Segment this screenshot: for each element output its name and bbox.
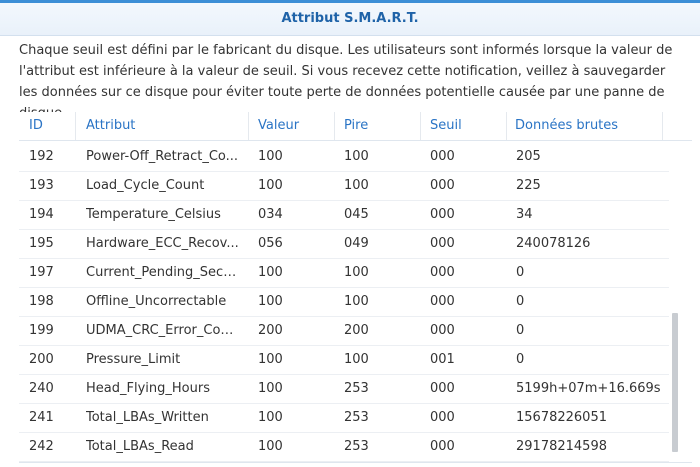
row-value: 034 xyxy=(258,207,283,222)
table-bottom-border xyxy=(19,462,692,463)
row-id: 194 xyxy=(29,207,54,222)
scrollbar-thumb[interactable] xyxy=(672,313,678,452)
column-header-worst[interactable]: Pire xyxy=(344,112,368,140)
row-raw-data: 240078126 xyxy=(516,236,591,251)
row-threshold: 000 xyxy=(430,439,455,454)
table-header: ID Attribut Valeur Pire Seuil Données br… xyxy=(19,112,692,141)
row-threshold: 000 xyxy=(430,265,455,280)
row-attribute: Head_Flying_Hours xyxy=(86,381,210,396)
table-row[interactable]: 198 Offline_Uncorrectable 100 100 000 0 xyxy=(19,288,669,317)
row-attribute: Hardware_ECC_Recov... xyxy=(86,236,239,251)
row-attribute: Load_Cycle_Count xyxy=(86,178,205,193)
row-threshold: 000 xyxy=(430,323,455,338)
row-value: 100 xyxy=(258,294,283,309)
row-attribute: Offline_Uncorrectable xyxy=(86,294,227,309)
row-id: 241 xyxy=(29,410,54,425)
column-header-id[interactable]: ID xyxy=(29,112,43,140)
row-value: 100 xyxy=(258,265,283,280)
row-threshold: 000 xyxy=(430,410,455,425)
table-row[interactable]: 194 Temperature_Celsius 034 045 000 34 xyxy=(19,201,669,230)
row-raw-data: 0 xyxy=(516,323,525,338)
row-attribute: Current_Pending_Sect... xyxy=(86,265,239,280)
column-header-raw-data[interactable]: Données brutes xyxy=(515,112,618,140)
column-divider[interactable] xyxy=(506,112,507,140)
row-worst: 253 xyxy=(344,410,369,425)
row-value: 100 xyxy=(258,439,283,454)
column-divider[interactable] xyxy=(75,112,76,140)
row-raw-data: 0 xyxy=(516,294,525,309)
row-worst: 100 xyxy=(344,352,369,367)
row-raw-data: 29178214598 xyxy=(516,439,607,454)
row-id: 192 xyxy=(29,149,54,164)
row-value: 100 xyxy=(258,381,283,396)
row-attribute: UDMA_CRC_Error_Cou... xyxy=(86,323,239,338)
table-row[interactable]: 241 Total_LBAs_Written 100 253 000 1567822605… xyxy=(19,404,669,433)
row-raw-data: 205 xyxy=(516,149,541,164)
row-attribute: Total_LBAs_Read xyxy=(86,439,194,454)
row-id: 200 xyxy=(29,352,54,367)
row-value: 056 xyxy=(258,236,283,251)
row-raw-data: 225 xyxy=(516,178,541,193)
row-raw-data: 0 xyxy=(516,265,525,280)
row-threshold: 000 xyxy=(430,294,455,309)
row-worst: 200 xyxy=(344,323,369,338)
row-value: 100 xyxy=(258,352,283,367)
row-threshold: 000 xyxy=(430,236,455,251)
row-id: 193 xyxy=(29,178,54,193)
row-attribute: Total_LBAs_Written xyxy=(86,410,209,425)
row-threshold: 000 xyxy=(430,178,455,193)
table-row[interactable]: 193 Load_Cycle_Count 100 100 000 225 xyxy=(19,172,669,201)
row-id: 195 xyxy=(29,236,54,251)
row-attribute: Pressure_Limit xyxy=(86,352,181,367)
column-divider[interactable] xyxy=(420,112,421,140)
row-worst: 045 xyxy=(344,207,369,222)
column-divider[interactable] xyxy=(248,112,249,140)
row-id: 199 xyxy=(29,323,54,338)
row-id: 198 xyxy=(29,294,54,309)
row-raw-data: 0 xyxy=(516,352,525,367)
table-row[interactable]: 195 Hardware_ECC_Recov... 056 049 000 2400781… xyxy=(19,230,669,259)
row-attribute: Temperature_Celsius xyxy=(86,207,221,222)
table-row[interactable]: 199 UDMA_CRC_Error_Cou... 200 200 000 0 xyxy=(19,317,669,346)
row-id: 242 xyxy=(29,439,54,454)
row-worst: 100 xyxy=(344,178,369,193)
row-id: 197 xyxy=(29,265,54,280)
row-threshold: 000 xyxy=(430,149,455,164)
row-worst: 049 xyxy=(344,236,369,251)
row-attribute: Power-Off_Retract_Co... xyxy=(86,149,239,164)
row-worst: 253 xyxy=(344,381,369,396)
column-divider[interactable] xyxy=(334,112,335,140)
column-header-threshold[interactable]: Seuil xyxy=(430,112,462,140)
row-raw-data: 5199h+07m+16.669s xyxy=(516,381,661,396)
row-id: 240 xyxy=(29,381,54,396)
column-header-value[interactable]: Valeur xyxy=(258,112,299,140)
table-row[interactable]: 242 Total_LBAs_Read 100 253 000 29178214598 xyxy=(19,433,669,462)
row-threshold: 000 xyxy=(430,381,455,396)
row-worst: 100 xyxy=(344,149,369,164)
row-threshold: 001 xyxy=(430,352,455,367)
row-worst: 100 xyxy=(344,294,369,309)
row-worst: 253 xyxy=(344,439,369,454)
column-header-attribute[interactable]: Attribut xyxy=(86,112,135,140)
row-value: 100 xyxy=(258,410,283,425)
row-raw-data: 34 xyxy=(516,207,533,222)
table-row[interactable]: 240 Head_Flying_Hours 100 253 000 5199h+07m+1… xyxy=(19,375,669,404)
table-row[interactable]: 200 Pressure_Limit 100 100 001 0 xyxy=(19,346,669,375)
table-row[interactable]: 197 Current_Pending_Sect... 100 100 000 0 xyxy=(19,259,669,288)
row-raw-data: 15678226051 xyxy=(516,410,607,425)
row-value: 100 xyxy=(258,149,283,164)
row-value: 100 xyxy=(258,178,283,193)
row-worst: 100 xyxy=(344,265,369,280)
row-threshold: 000 xyxy=(430,207,455,222)
column-divider[interactable] xyxy=(662,112,663,140)
table-row[interactable]: 192 Power-Off_Retract_Co... 100 100 000 205 xyxy=(19,143,669,172)
row-value: 200 xyxy=(258,323,283,338)
dialog-title: Attribut S.M.A.R.T. xyxy=(0,3,700,36)
smart-attributes-table: 192 Power-Off_Retract_Co... 100 100 000 205 19… xyxy=(19,143,669,462)
